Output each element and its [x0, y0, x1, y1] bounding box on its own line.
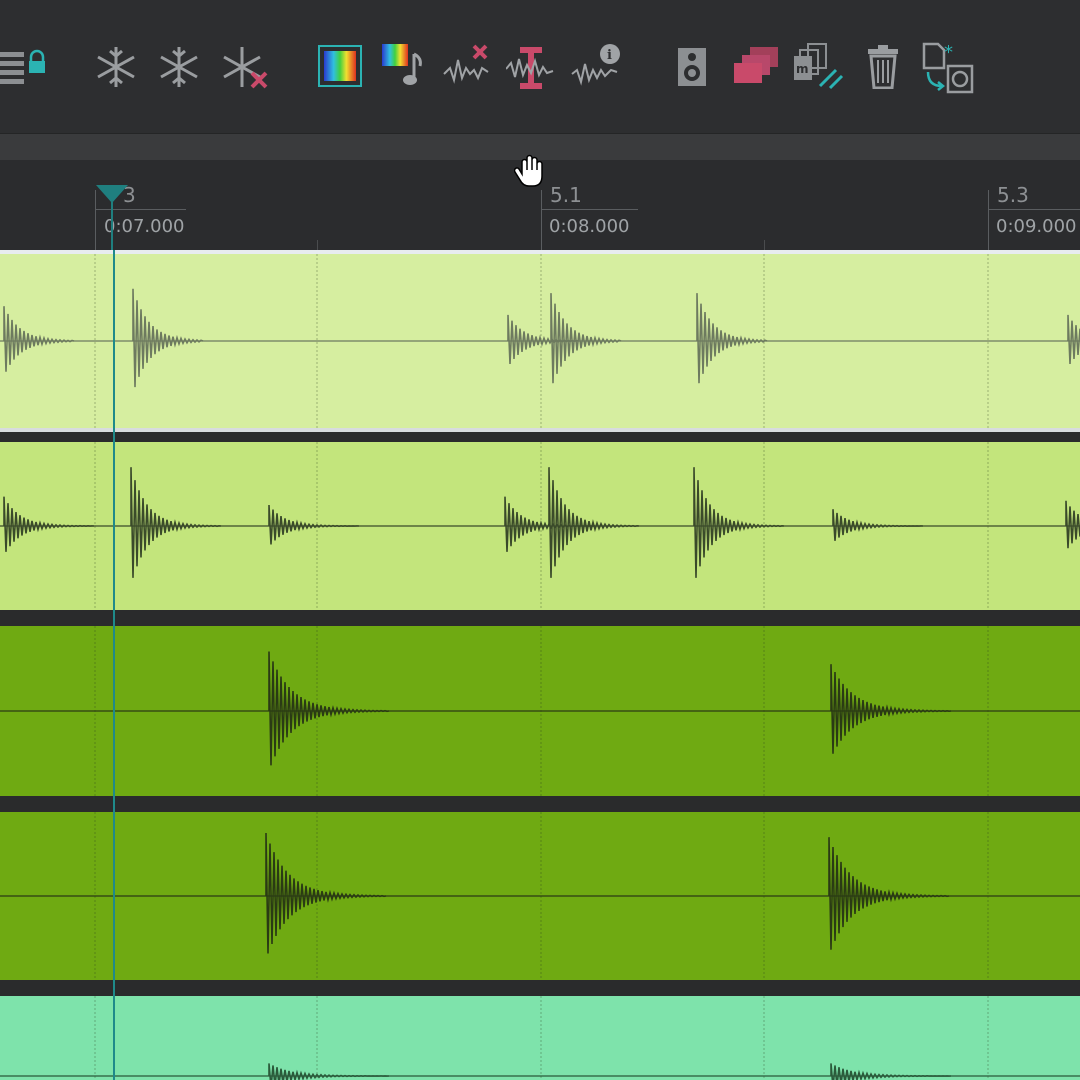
audio-item-track-3[interactable]	[0, 626, 1080, 796]
waveform-transient	[130, 467, 222, 578]
time-label: 0:07.000	[104, 216, 185, 237]
waveform-transient	[268, 651, 390, 766]
ruler-underline	[96, 209, 186, 210]
waveform-transient	[696, 293, 768, 384]
svg-text:i: i	[607, 48, 612, 63]
waveform-transient	[832, 509, 924, 541]
audio-item-track-5[interactable]	[0, 996, 1080, 1080]
unfreeze-icon[interactable]	[220, 45, 270, 91]
ruler-underline	[989, 209, 1080, 210]
freeze-icon[interactable]	[94, 45, 138, 89]
track-separator	[0, 980, 1080, 996]
time-label: 0:09.000	[996, 216, 1077, 237]
waveform-transient	[3, 496, 95, 552]
waveform-transient	[3, 306, 75, 372]
freeze-alt-icon[interactable]	[157, 45, 201, 89]
spectral-pitch-icon[interactable]	[380, 42, 430, 90]
svg-text:m: m	[796, 62, 809, 76]
playhead-marker[interactable]	[96, 185, 128, 203]
waveform-transient	[828, 837, 950, 950]
waveform-transient	[693, 467, 785, 578]
ruler-tick	[317, 240, 318, 250]
waveform-transient	[268, 1063, 390, 1080]
spectral-view-icon[interactable]	[318, 45, 362, 87]
waveform-transient	[830, 664, 952, 754]
speaker-icon[interactable]	[677, 47, 707, 87]
waveform-transient	[132, 288, 204, 388]
midi-convert-icon[interactable]: m	[792, 42, 844, 92]
track-separator	[0, 796, 1080, 812]
ruler-tick	[764, 240, 765, 250]
track-area	[0, 250, 1080, 1080]
render-disk-icon[interactable]: *	[920, 42, 976, 94]
ruler-marker-line	[541, 190, 542, 250]
waveform-transient	[550, 293, 622, 384]
waveform-transient	[268, 504, 360, 545]
track-list-lock-icon[interactable]	[0, 48, 52, 92]
waveform-transient	[830, 1063, 952, 1080]
audio-item-track-2[interactable]	[0, 442, 1080, 610]
waveform-transient	[1065, 500, 1080, 549]
waveform-transient	[265, 832, 387, 954]
svg-text:*: *	[944, 42, 953, 63]
ruler-underline	[542, 209, 638, 210]
normalize-icon[interactable]	[505, 45, 558, 91]
track-separator	[0, 432, 1080, 442]
item-properties-icon[interactable]: i	[570, 42, 622, 92]
playhead-stem	[111, 200, 113, 250]
toolbar: i m *	[0, 0, 1080, 133]
waveform-transient	[548, 467, 640, 578]
time-label: 0:08.000	[549, 216, 630, 237]
remove-item-icon[interactable]	[442, 42, 494, 92]
layers-icon[interactable]	[732, 45, 780, 87]
audio-item-track-4[interactable]	[0, 812, 1080, 980]
measure-label: 5.3	[997, 183, 1029, 207]
trash-icon[interactable]	[866, 45, 900, 90]
measure-label: 5.1	[550, 183, 582, 207]
hand-cursor-icon	[513, 154, 550, 194]
waveform-transient	[1067, 314, 1080, 365]
audio-item-track-1[interactable]	[0, 254, 1080, 428]
play-cursor[interactable]	[113, 250, 115, 1080]
track-separator	[0, 610, 1080, 626]
ruler-marker-line	[988, 190, 989, 250]
